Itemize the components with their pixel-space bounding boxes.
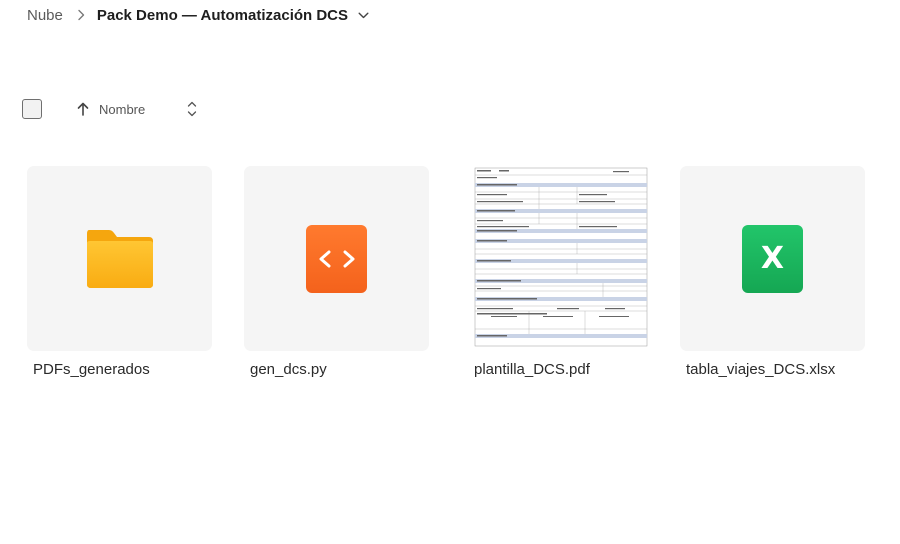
arrow-up-icon[interactable] [76, 97, 90, 121]
file-thumbnail[interactable] [27, 166, 212, 351]
excel-icon-glyph: X [760, 240, 785, 276]
breadcrumb-root-link[interactable]: Nube [27, 7, 63, 24]
file-card-pdf[interactable]: plantilla_DCS.pdf [468, 166, 653, 378]
excel-icon: X [742, 224, 803, 293]
document-preview-icon [472, 166, 649, 349]
sort-toggle-icon[interactable] [186, 97, 198, 121]
folder-icon [86, 229, 153, 288]
chevron-down-icon[interactable] [358, 4, 370, 26]
file-name[interactable]: gen_dcs.py [244, 361, 429, 378]
file-name[interactable]: PDFs_generados [27, 361, 212, 378]
breadcrumb: Nube Pack Demo — Automatización DCS [27, 4, 370, 26]
list-toolbar: Nombre [22, 97, 198, 121]
breadcrumb-current-folder[interactable]: Pack Demo — Automatización DCS [97, 7, 348, 24]
file-thumbnail[interactable] [244, 166, 429, 351]
select-all-checkbox[interactable] [22, 99, 42, 119]
sort-by-name-label[interactable]: Nombre [99, 102, 145, 117]
file-card-spreadsheet[interactable]: X tabla_viajes_DCS.xlsx [680, 166, 865, 378]
file-thumbnail[interactable]: X [680, 166, 865, 351]
file-card-python[interactable]: gen_dcs.py [244, 166, 429, 378]
file-name[interactable]: tabla_viajes_DCS.xlsx [680, 361, 865, 378]
file-thumbnail[interactable] [468, 166, 653, 351]
code-icon [306, 224, 367, 293]
chevron-right-icon [77, 4, 85, 26]
file-name[interactable]: plantilla_DCS.pdf [468, 361, 653, 378]
file-card-folder[interactable]: PDFs_generados [27, 166, 212, 378]
